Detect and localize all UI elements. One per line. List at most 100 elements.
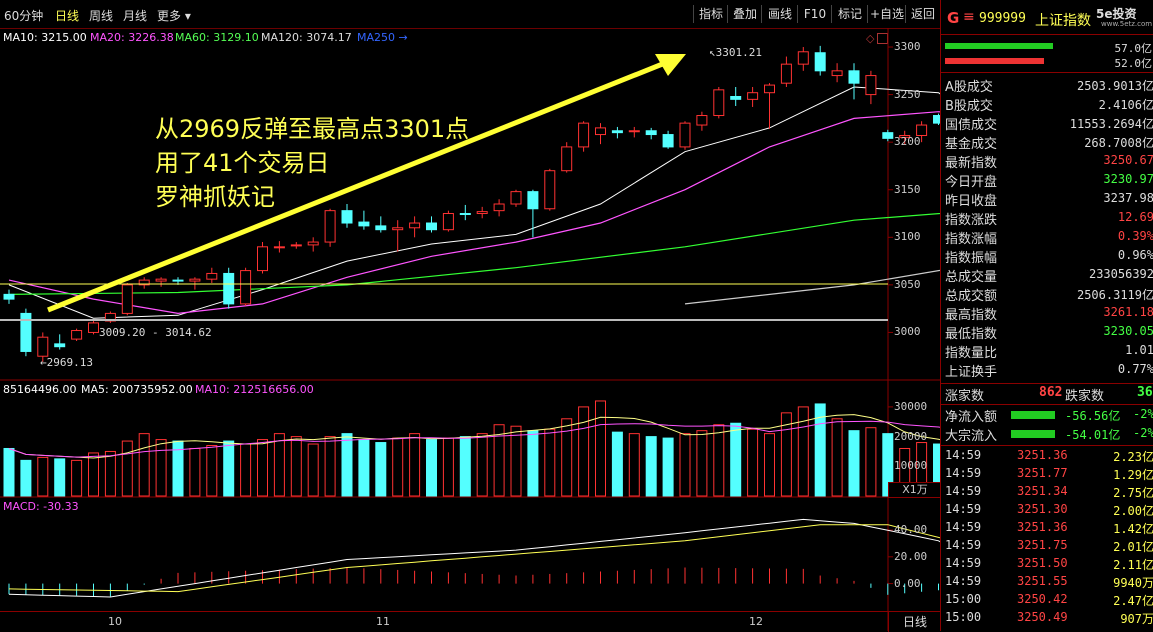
volume-bar: [138, 433, 150, 497]
down-count-value: 360: [1137, 385, 1153, 400]
candle[interactable]: [476, 206, 488, 219]
candle[interactable]: [865, 70, 877, 105]
volume-bar: [358, 439, 370, 497]
volume-bar: [442, 437, 454, 497]
candle[interactable]: [409, 216, 421, 238]
candle[interactable]: [764, 83, 775, 129]
buy-strength-value: 57.0亿: [1114, 42, 1153, 55]
period-tab-60min[interactable]: 60分钟: [4, 7, 43, 24]
menu-icon[interactable]: ≡: [963, 9, 975, 25]
period-indicator[interactable]: 日线: [888, 611, 941, 632]
tick-row[interactable]: 14:59 3251.77 1.29亿: [941, 466, 1153, 484]
candle[interactable]: [848, 63, 860, 100]
candle[interactable]: [3, 289, 15, 304]
candle[interactable]: [223, 267, 235, 309]
candle[interactable]: [882, 129, 894, 142]
period-tab-more[interactable]: 更多 ▾: [157, 7, 191, 24]
tick-row[interactable]: 14:59 3251.36 1.42亿: [941, 520, 1153, 538]
candle[interactable]: [392, 220, 404, 252]
candle[interactable]: [324, 208, 336, 247]
candle[interactable]: [527, 189, 539, 238]
candle[interactable]: [544, 168, 556, 211]
candle[interactable]: [561, 142, 573, 173]
period-tab-weekly[interactable]: 周线: [89, 7, 113, 24]
tick-row[interactable]: 15:00 3250.49 907万: [941, 610, 1153, 628]
stat-row: 最新指数 3250.67: [941, 152, 1153, 171]
candle[interactable]: [780, 56, 792, 87]
candle[interactable]: [20, 308, 32, 357]
period-tab-daily[interactable]: 日线: [55, 7, 79, 24]
candle[interactable]: [595, 123, 606, 145]
tick-row[interactable]: 14:59 3251.34 2.75亿: [941, 484, 1153, 502]
tick-row[interactable]: 14:59 3251.30 2.00亿: [941, 502, 1153, 520]
candle[interactable]: [138, 277, 150, 289]
candle[interactable]: [273, 241, 285, 253]
tick-price: 3251.30: [1017, 502, 1068, 516]
volume-bar: [257, 439, 268, 497]
stat-label: 昨日收盘: [945, 194, 998, 209]
candle[interactable]: [831, 63, 843, 83]
tick-row[interactable]: 14:59 3251.36 2.23亿: [941, 448, 1153, 466]
stat-label: 基金成交: [945, 137, 998, 152]
stat-row: 指数振幅 0.96%: [941, 247, 1153, 266]
stat-value: 2.4106亿: [1098, 98, 1153, 112]
tick-row[interactable]: 14:59 3251.50 2.11亿: [941, 556, 1153, 574]
stat-label: 上证换手: [945, 365, 998, 380]
tick-row[interactable]: 15:00 3250.42 2.47亿: [941, 592, 1153, 610]
candle[interactable]: [240, 267, 252, 306]
candle[interactable]: [121, 282, 133, 316]
candle[interactable]: [696, 111, 708, 131]
candle[interactable]: [189, 277, 201, 290]
mark-button[interactable]: 标记: [831, 5, 868, 23]
volume-bar: [459, 436, 471, 497]
candle[interactable]: [290, 242, 302, 249]
candle[interactable]: [257, 242, 268, 274]
candle[interactable]: [713, 86, 725, 119]
candle[interactable]: [54, 334, 66, 350]
annotation-line-2: 用了41个交易日: [155, 149, 330, 177]
volume-bar: [747, 428, 759, 497]
indicator-button[interactable]: 指标: [693, 5, 728, 23]
candle[interactable]: [747, 86, 759, 107]
candle-body: [442, 213, 454, 231]
candle[interactable]: [814, 45, 826, 76]
volume-bar: [578, 406, 590, 497]
buy-strength-bar: [945, 43, 1095, 49]
annotation-line-1: 从2969反弹至最高点3301点: [155, 115, 470, 143]
draw-line-button[interactable]: 画线: [761, 5, 798, 23]
candle-body: [527, 191, 539, 210]
candle[interactable]: [730, 86, 742, 107]
stat-row: 国债成交 11553.2694亿: [941, 114, 1153, 133]
candle[interactable]: [71, 328, 83, 341]
candle[interactable]: [679, 121, 691, 150]
period-tab-monthly[interactable]: 月线: [123, 7, 147, 24]
candle[interactable]: [611, 126, 623, 139]
f10-button[interactable]: F10: [797, 5, 832, 23]
low-price-label: ←2969.13: [40, 356, 93, 369]
candle[interactable]: [104, 311, 116, 323]
volume-bar: [20, 459, 32, 497]
candle[interactable]: [510, 189, 522, 207]
candle[interactable]: [628, 126, 640, 138]
candle[interactable]: [797, 47, 809, 71]
tick-row[interactable]: 14:59 3251.75 2.01亿: [941, 538, 1153, 556]
tick-volume: 1.42亿: [1113, 522, 1153, 536]
candle[interactable]: [206, 267, 218, 283]
tick-time: 15:00: [945, 592, 982, 606]
tick-price: 3251.36: [1017, 448, 1068, 462]
candle-body: [172, 279, 184, 282]
candle[interactable]: [307, 237, 319, 252]
stat-value: 3250.67: [1103, 153, 1153, 167]
add-watchlist-button[interactable]: +自选: [867, 5, 906, 23]
candle[interactable]: [88, 321, 99, 335]
candle[interactable]: [375, 216, 387, 233]
candle[interactable]: [645, 127, 657, 140]
candle[interactable]: [155, 277, 167, 287]
overlay-button[interactable]: 叠加: [727, 5, 762, 23]
candle[interactable]: [426, 216, 437, 233]
candle[interactable]: [578, 121, 590, 152]
tick-row[interactable]: 14:59 3251.55 9940万: [941, 574, 1153, 592]
candle[interactable]: [662, 130, 674, 149]
candle[interactable]: [493, 199, 505, 217]
back-button[interactable]: 返回: [905, 5, 940, 23]
